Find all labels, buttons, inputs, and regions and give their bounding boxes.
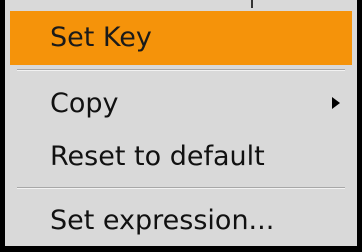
menu-item-set-key[interactable]: Set Key (10, 11, 352, 65)
menu-item-label: Set Key (50, 22, 152, 53)
chevron-right-icon (332, 97, 340, 109)
menu-item-label: Reset to default (50, 141, 265, 172)
menu-separator (17, 69, 345, 71)
menu-item-label: Set expression... (50, 205, 275, 236)
menu-item-reset-to-default[interactable]: Reset to default (10, 130, 352, 184)
menu-separator (17, 187, 345, 189)
menu-item-label: Copy (50, 88, 119, 119)
menu-top-divider-mark (251, 0, 253, 8)
menu-item-copy[interactable]: Copy (10, 77, 352, 131)
context-menu: Set Key Copy Reset to default Set expres… (0, 0, 362, 252)
menu-item-set-expression[interactable]: Set expression... (10, 194, 352, 248)
